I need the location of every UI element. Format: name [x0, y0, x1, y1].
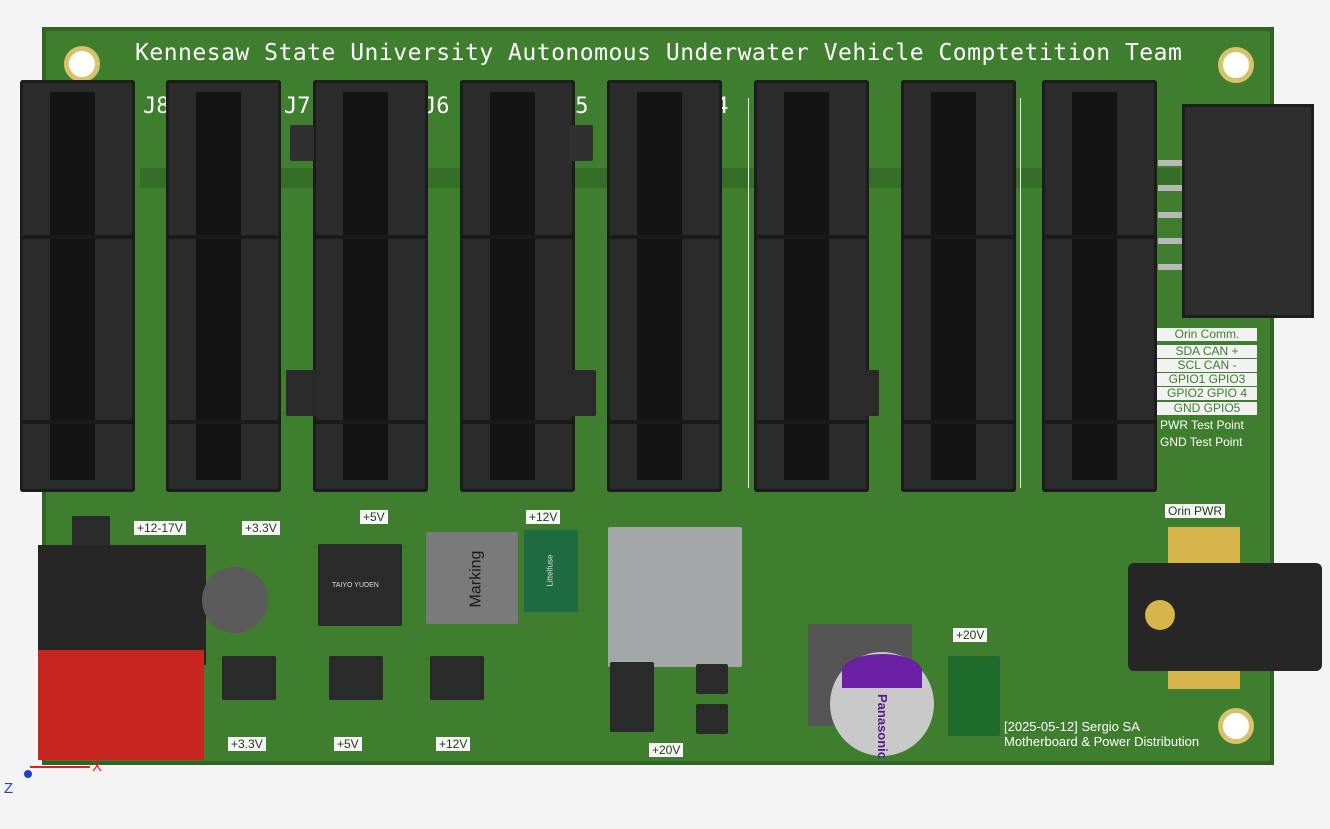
barrel-jack-pin: [1145, 600, 1175, 630]
small-ic: [696, 704, 728, 734]
orin-comm-row: GPIO2 GPIO 4: [1157, 387, 1257, 400]
pwr-test-point-label: PWR Test Point: [1160, 418, 1244, 432]
fuse-green: [948, 656, 1000, 736]
silk-outline: [1020, 98, 1021, 488]
orin-comm-row: GPIO1 GPIO3: [1157, 373, 1257, 386]
axis-x-line: [30, 766, 90, 768]
orin-comm-title: Orin Comm.: [1157, 328, 1257, 341]
power-input-connector-red[interactable]: [38, 650, 204, 760]
inductor-brand-text: TAIYO YUDEN: [332, 582, 379, 589]
marking-text: Marking: [467, 550, 485, 608]
electrolytic-capacitor: Panasonic: [830, 652, 934, 760]
diode: [566, 370, 596, 416]
v5-bottom-label: +5V: [334, 737, 362, 751]
mounting-hole-bottom-right: [1218, 708, 1254, 744]
v33-top-label: +3.3V: [242, 521, 280, 535]
gnd-test-point-label: GND Test Point: [1160, 435, 1243, 449]
diode: [569, 125, 593, 161]
regulator-ic-2: [329, 656, 383, 700]
axis-z-label: Z: [4, 780, 14, 797]
orin-comm-row: SCL CAN -: [1157, 359, 1257, 372]
orin-comm-header-connector[interactable]: [1182, 104, 1314, 318]
connector-slot-j5[interactable]: [460, 80, 575, 492]
signature-line-1: [2025-05-12] Sergio SA: [1004, 719, 1140, 734]
fuse-brand-text: Littelfuse: [545, 554, 555, 587]
connector-slot-j8[interactable]: [20, 80, 135, 492]
diode: [290, 125, 314, 161]
v33-bottom-label: +3.3V: [228, 737, 266, 751]
power-inductor-marking: Marking: [426, 532, 518, 624]
v12-bottom-label: +12V: [436, 737, 471, 751]
connector-slot-j7[interactable]: [166, 80, 281, 492]
power-input-connector-black[interactable]: [38, 545, 206, 665]
capacitor-brand-text: Panasonic: [875, 694, 890, 760]
diode: [849, 370, 879, 416]
inductor: [202, 567, 268, 633]
axis-x-label: X: [92, 758, 103, 775]
input-voltage-label: +12-17V: [134, 521, 186, 535]
connector-slot-j1[interactable]: [1042, 80, 1157, 492]
orin-comm-row: SDA CAN +: [1157, 345, 1257, 358]
mounting-hole-top-right: [1218, 47, 1254, 83]
connector-slot-j4[interactable]: [607, 80, 722, 492]
silk-outline: [748, 98, 749, 488]
connector-slot-j3[interactable]: [754, 80, 869, 492]
inductor-taiyo-yuden: TAIYO YUDEN: [318, 544, 402, 626]
slot-label-j7: J7: [284, 94, 311, 119]
diode: [286, 370, 316, 416]
v20-bottom-label: +20V: [649, 743, 684, 757]
connector-slot-j2[interactable]: [901, 80, 1016, 492]
small-ic: [696, 664, 728, 694]
orin-pwr-label: Orin PWR: [1165, 504, 1225, 518]
mounting-hole-top-left: [64, 46, 100, 82]
axis-origin-dot: [24, 770, 32, 778]
dc-dc-module: [608, 527, 742, 667]
v20-right-label: +20V: [953, 628, 988, 642]
orin-comm-row: GND GPIO5: [1157, 402, 1257, 415]
regulator-ic-3: [430, 656, 484, 700]
v5-top-label: +5V: [360, 510, 388, 524]
driver-ic: [610, 662, 654, 732]
regulator-ic-1: [222, 656, 276, 700]
connector-slot-j6[interactable]: [313, 80, 428, 492]
fuse-littelfuse: Littelfuse: [524, 530, 578, 612]
signature-line-2: Motherboard & Power Distribution: [1004, 734, 1200, 749]
board-title: Kennesaw State University Autonomous Und…: [135, 40, 1183, 66]
capacitor-purple-band: [842, 654, 922, 688]
v12-top-label: +12V: [526, 510, 561, 524]
